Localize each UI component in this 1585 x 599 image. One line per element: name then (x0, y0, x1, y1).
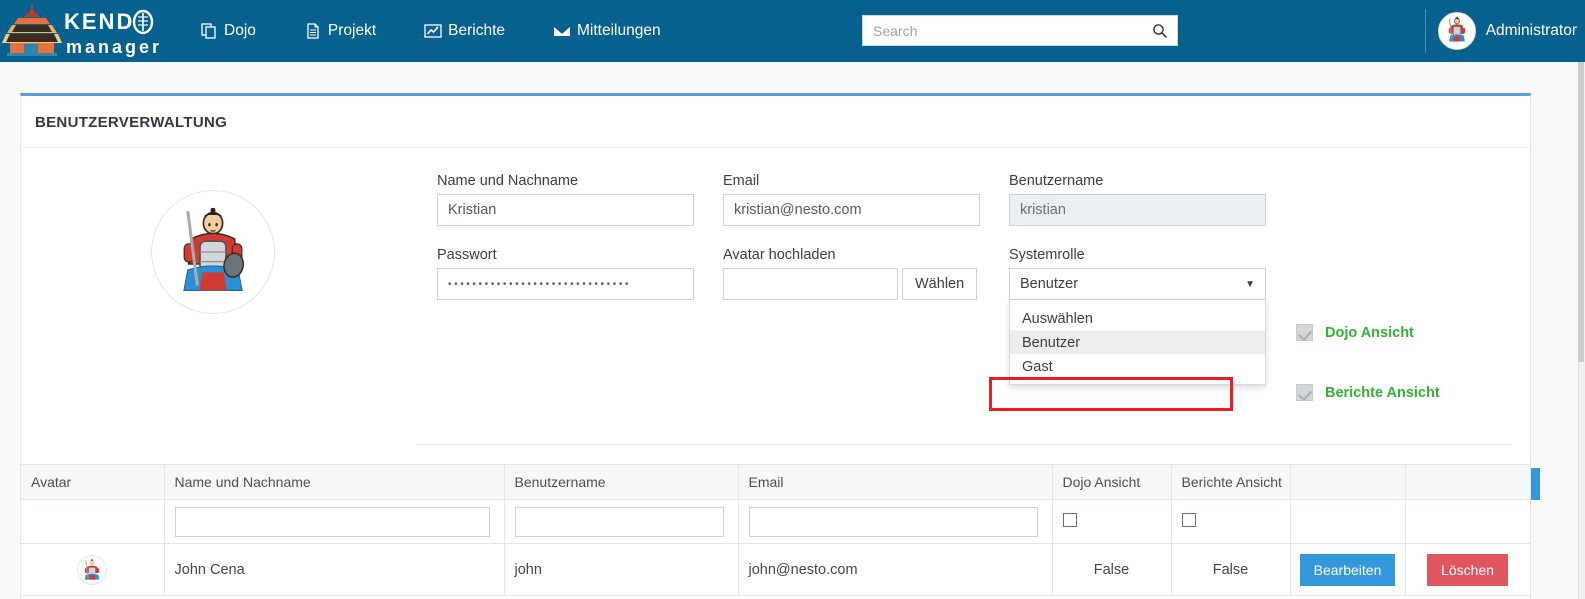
berichte-ansicht-label: Berichte Ansicht (1325, 384, 1440, 401)
search-button[interactable] (1143, 16, 1177, 45)
header-divider (1424, 9, 1426, 53)
nav-item-projekt[interactable]: Projekt (304, 22, 376, 40)
filter-checkbox-berichte[interactable] (1181, 512, 1196, 527)
form-divider (417, 444, 1512, 445)
nav-label-projekt: Projekt (327, 22, 377, 39)
col-dojo-ansicht: Dojo Ansicht (1052, 464, 1172, 500)
dropdown-option-auswaehlen[interactable]: Auswählen (1010, 306, 1265, 330)
cell-delete: Löschen (1405, 543, 1531, 596)
filter-input-email[interactable] (748, 506, 1038, 537)
filter-cell-username (504, 499, 739, 544)
filter-cell-fullname (164, 499, 505, 544)
kendo-samurai-avatar-large-icon (183, 207, 245, 291)
kendo-manager-logo-icon: KEND manager (2, 5, 162, 57)
table-filter-row (21, 499, 1531, 544)
copy-icon (200, 22, 218, 40)
password-input[interactable]: •••••••••••••••••••••••••••••• (437, 268, 694, 300)
systemrolle-dropdown-list[interactable]: Auswählen Benutzer Gast (1009, 300, 1266, 385)
filter-cell-berichte (1171, 499, 1291, 544)
kendo-samurai-avatar-small-icon (84, 558, 100, 580)
nav-label-dojo: Dojo (224, 22, 256, 39)
envelope-icon (553, 22, 571, 40)
label-email: Email (723, 173, 760, 189)
search-input[interactable] (863, 16, 1143, 45)
page-title: BENUTZERVERWALTUNG (21, 96, 1530, 148)
email-input[interactable] (723, 194, 980, 226)
filter-cell-email (738, 499, 1053, 544)
scrollbar-thumb[interactable] (1578, 62, 1584, 362)
cell-email: john@nesto.com (738, 543, 1053, 596)
cell-dojo-ansicht: False (1052, 543, 1172, 596)
row-avatar (77, 554, 108, 585)
delete-row-button[interactable]: Löschen (1427, 553, 1508, 586)
cell-username: john (504, 543, 739, 596)
users-table: Avatar Name und Nachname Benutzername Em… (21, 464, 1531, 596)
avatar[interactable] (1437, 12, 1476, 50)
col-avatar: Avatar (21, 464, 165, 500)
avatar-upload-input[interactable] (723, 268, 898, 300)
user-name-label: Administrator (1485, 22, 1577, 39)
filter-cell-edit (1290, 499, 1406, 544)
filter-cell-avatar (21, 499, 165, 544)
label-fullname: Name und Nachname (437, 173, 579, 189)
filter-input-username[interactable] (514, 506, 724, 537)
col-berichte-ansicht: Berichte Ansicht (1171, 464, 1291, 500)
chart-line-icon (424, 22, 442, 40)
berichte-ansicht-checkbox (1296, 384, 1313, 401)
svg-text:manager: manager (66, 37, 162, 57)
search-icon (1153, 23, 1167, 38)
nav-label-berichte: Berichte (448, 22, 506, 39)
cell-edit: Bearbeiten (1290, 543, 1406, 596)
kendo-samurai-avatar-icon (1448, 16, 1465, 42)
dojo-ansicht-checkbox (1296, 324, 1313, 341)
nav-label-mitteilungen: Mitteilungen (577, 22, 661, 39)
main-navigation: Dojo Projekt Berichte Mitteilungen (200, 0, 709, 62)
col-username: Benutzername (504, 464, 739, 500)
svg-text:KEND: KEND (64, 9, 134, 34)
filter-cell-dojo (1052, 499, 1172, 544)
fullname-input[interactable] (437, 194, 694, 226)
chevron-down-icon: ▼ (1245, 278, 1255, 290)
permission-row-dojo[interactable]: Dojo Ansicht (1296, 324, 1414, 341)
label-password: Passwort (437, 247, 497, 263)
dropdown-option-benutzer[interactable]: Benutzer (1010, 330, 1265, 354)
col-email: Email (738, 464, 1053, 500)
nav-item-dojo[interactable]: Dojo (200, 22, 256, 40)
filter-input-fullname[interactable] (174, 506, 490, 537)
page-scrollbar[interactable] (1578, 62, 1585, 599)
filter-checkbox-dojo[interactable] (1062, 512, 1077, 527)
table-header-row: Avatar Name und Nachname Benutzername Em… (21, 464, 1531, 500)
cell-fullname: John Cena (164, 543, 505, 596)
nav-item-berichte[interactable]: Berichte (424, 22, 505, 40)
top-header-bar: KEND manager Dojo Projekt Berichte Mitte… (0, 0, 1585, 62)
col-edit (1290, 464, 1406, 500)
nav-item-mitteilungen[interactable]: Mitteilungen (553, 22, 661, 40)
dojo-ansicht-label: Dojo Ansicht (1325, 324, 1414, 341)
user-form: Name und Nachname Email Benutzername Pas… (21, 148, 1541, 500)
user-area[interactable]: Administrator (1424, 0, 1577, 62)
form-avatar-preview (151, 190, 275, 314)
cell-avatar (21, 543, 165, 596)
dropdown-option-gast[interactable]: Gast (1010, 354, 1265, 378)
avatar-choose-button[interactable]: Wählen (902, 268, 978, 300)
benutzerverwaltung-panel: BENUTZERVERWALTUNG Name und Nachname Ema… (20, 93, 1541, 599)
col-fullname: Name und Nachname (164, 464, 505, 500)
col-delete (1405, 464, 1531, 500)
search-box[interactable] (862, 15, 1178, 46)
edit-row-button[interactable]: Bearbeiten (1299, 553, 1396, 586)
label-avatar-upload: Avatar hochladen (723, 247, 836, 263)
systemrolle-selected-value: Benutzer (1020, 276, 1079, 292)
app-logo[interactable]: KEND manager (2, 2, 162, 60)
filter-cell-delete (1405, 499, 1531, 544)
systemrolle-select[interactable]: Benutzer ▼ (1009, 268, 1266, 300)
cell-berichte-ansicht: False (1171, 543, 1291, 596)
label-systemrolle: Systemrolle (1009, 247, 1085, 263)
document-icon (304, 22, 322, 40)
username-input (1009, 194, 1266, 226)
permission-row-berichte[interactable]: Berichte Ansicht (1296, 384, 1440, 401)
table-row: John Cena john john@nesto.com False Fals… (21, 543, 1531, 596)
label-username: Benutzername (1009, 173, 1104, 189)
